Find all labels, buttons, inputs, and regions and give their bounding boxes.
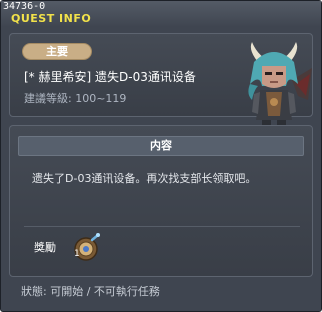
compass-device-icon[interactable]	[70, 232, 102, 264]
content-description: 遗失了D-03通讯设备。再次找支部长领取吧。	[32, 172, 257, 185]
reward-section: 獎勵 1	[24, 226, 300, 268]
quest-content-panel: 内容 遗失了D-03通讯设备。再次找支部长领取吧。 獎勵 1	[9, 125, 313, 277]
quest-status: 狀態: 可開始 / 不可執行任務	[21, 285, 160, 298]
window-title: QUEST INFO	[11, 12, 92, 25]
recommended-level: 建議等級: 100~119	[24, 92, 127, 105]
content-header: 内容	[18, 136, 304, 156]
quest-id: 34736-0	[3, 1, 46, 12]
reward-label: 獎勵	[34, 241, 56, 254]
title-bar[interactable]: 34736-0 QUEST INFO	[1, 1, 321, 27]
quest-name: [* 赫里希安] 遗失D-03通讯设备	[24, 70, 196, 84]
quest-category-badge: 主要	[22, 43, 92, 60]
reward-count: 1	[74, 249, 80, 259]
quest-summary-panel: 主要 [* 赫里希安] 遗失D-03通讯设备 建議等級: 100~119	[9, 33, 313, 144]
quest-info-window: 34736-0 QUEST INFO 主要 [* 赫里希安] 遗失D-03通讯设…	[0, 0, 322, 312]
